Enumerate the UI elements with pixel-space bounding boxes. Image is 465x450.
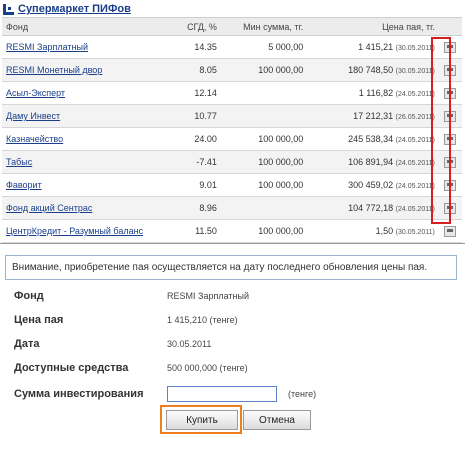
amount-label: Сумма инвестирования — [14, 388, 144, 400]
yield-cell: 10.77 — [166, 104, 221, 128]
funds-table: Фонд СГД, % Мин сумма, тг. Цена пая, тг.… — [2, 17, 462, 243]
yield-cell: 24.00 — [166, 127, 221, 151]
table-row: Табыс -7.41 100 000,00 106 891,94 (24.05… — [2, 150, 462, 174]
table-row: Асыл-Эксперт 12.14 1 116,82 (24.05.2011) — [2, 81, 462, 105]
buy-button[interactable]: Купить — [166, 410, 238, 430]
fund-link[interactable]: Казначейство — [6, 134, 63, 144]
column-header-fund[interactable]: Фонд — [2, 17, 167, 36]
fund-value: RESMI Зарплатный — [167, 291, 249, 301]
price-date: (24.05.2011) — [395, 160, 435, 167]
min-amount-cell: 100 000,00 — [220, 219, 308, 243]
amount-unit: (тенге) — [288, 389, 317, 399]
yield-cell: 9.01 — [166, 173, 221, 197]
price-value: 300 459,02 — [348, 180, 394, 190]
table-row: Фонд акций Сентрас 8.96 104 772,18 (24.0… — [2, 196, 462, 220]
price-value: 1 415,21 — [358, 42, 394, 52]
yield-cell: 14.35 — [166, 35, 221, 59]
form-row-available-funds: Доступные средства 500 000,000 (тенге) — [14, 362, 248, 374]
price-date: (24.05.2011) — [395, 183, 435, 190]
fund-link[interactable]: Асыл-Эксперт — [6, 88, 65, 98]
fund-link[interactable]: ЦентрКредит - Разумный баланс — [6, 226, 143, 236]
table-row: Фаворит 9.01 100 000,00 300 459,02 (24.0… — [2, 173, 462, 197]
min-amount-cell: 5 000,00 — [220, 35, 308, 59]
date-value: 30.05.2011 — [167, 339, 212, 349]
form-row-fund: Фонд RESMI Зарплатный — [14, 290, 249, 302]
cancel-button[interactable]: Отмена — [243, 410, 311, 430]
price-cell: 180 748,50 (30.05.2011) — [307, 58, 439, 82]
price-cell: 1,50 (30.05.2011) — [307, 219, 439, 243]
price-date: (24.05.2011) — [395, 206, 435, 213]
form-row-amount: Сумма инвестирования (тенге) — [14, 386, 316, 402]
cart-column-highlight — [431, 37, 451, 224]
table-row: Даму Инвест 10.77 17 212,31 (26.05.2011) — [2, 104, 462, 128]
column-header-cart — [438, 17, 462, 36]
price-cell: 245 538,34 (24.05.2011) — [307, 127, 439, 151]
cart-icon[interactable] — [444, 225, 457, 237]
price-value: 1 116,82 — [358, 88, 394, 98]
column-header-unit-price[interactable]: Цена пая, тг. — [307, 17, 439, 36]
price-cell: 104 772,18 (24.05.2011) — [307, 196, 439, 220]
section-divider — [0, 243, 465, 244]
column-header-yield[interactable]: СГД, % — [166, 17, 221, 36]
fund-link[interactable]: Даму Инвест — [6, 111, 60, 121]
min-amount-cell — [220, 81, 308, 105]
price-value: 104 772,18 — [348, 203, 394, 213]
price-date: (24.05.2011) — [395, 137, 435, 144]
min-amount-cell: 100 000,00 — [220, 127, 308, 151]
min-amount-cell: 100 000,00 — [220, 150, 308, 174]
min-amount-cell: 100 000,00 — [220, 58, 308, 82]
table-header-row: Фонд СГД, % Мин сумма, тг. Цена пая, тг. — [2, 17, 462, 36]
fund-link[interactable]: RESMI Монетный двор — [6, 65, 102, 75]
price-value: 17 212,31 — [353, 111, 394, 121]
price-date: (26.05.2011) — [395, 114, 435, 121]
yield-cell: -7.41 — [166, 150, 221, 174]
investment-amount-input[interactable] — [167, 386, 277, 402]
available-funds-label: Доступные средства — [14, 362, 129, 374]
price-cell: 1 415,21 (30.05.2011) — [307, 35, 439, 59]
price-value: 180 748,50 — [348, 65, 394, 75]
min-amount-cell — [220, 196, 308, 220]
price-label: Цена пая — [14, 314, 64, 326]
yield-cell: 8.05 — [166, 58, 221, 82]
yield-cell: 8.96 — [166, 196, 221, 220]
notice-message: Внимание, приобретение пая осуществляетс… — [5, 255, 457, 280]
page-title-link[interactable]: Супермаркет ПИФов — [18, 3, 131, 15]
title-bar: Супермаркет ПИФов — [3, 2, 131, 16]
fund-link[interactable]: Табыс — [6, 157, 32, 167]
fund-link[interactable]: Фаворит — [6, 180, 42, 190]
price-value: 1,50 — [375, 226, 394, 236]
fund-link[interactable]: RESMI Зарплатный — [6, 42, 88, 52]
price-date: (30.05.2011) — [395, 45, 435, 52]
min-amount-cell: 100 000,00 — [220, 173, 308, 197]
price-date: (24.05.2011) — [395, 91, 435, 98]
fund-label: Фонд — [14, 290, 44, 302]
price-cell: 106 891,94 (24.05.2011) — [307, 150, 439, 174]
grid-icon — [3, 3, 14, 15]
table-row: ЦентрКредит - Разумный баланс 11.50 100 … — [2, 219, 462, 243]
yield-cell: 12.14 — [166, 81, 221, 105]
price-value: 106 891,94 — [348, 157, 394, 167]
column-header-min-amount[interactable]: Мин сумма, тг. — [220, 17, 308, 36]
price-value: 245 538,34 — [348, 134, 394, 144]
form-row-price: Цена пая 1 415,210 (тенге) — [14, 314, 238, 326]
price-cell: 1 116,82 (24.05.2011) — [307, 81, 439, 105]
price-date: (30.05.2011) — [395, 68, 435, 75]
form-row-date: Дата 30.05.2011 — [14, 338, 211, 350]
date-label: Дата — [14, 338, 40, 350]
table-row: Казначейство 24.00 100 000,00 245 538,34… — [2, 127, 462, 151]
price-cell: 17 212,31 (26.05.2011) — [307, 104, 439, 128]
price-date: (30.05.2011) — [395, 229, 435, 236]
table-row: RESMI Зарплатный 14.35 5 000,00 1 415,21… — [2, 35, 462, 59]
price-value: 1 415,210 (тенге) — [167, 315, 238, 325]
table-row: RESMI Монетный двор 8.05 100 000,00 180 … — [2, 58, 462, 82]
min-amount-cell — [220, 104, 308, 128]
price-cell: 300 459,02 (24.05.2011) — [307, 173, 439, 197]
available-funds-value: 500 000,000 (тенге) — [167, 363, 248, 373]
yield-cell: 11.50 — [166, 219, 221, 243]
fund-link[interactable]: Фонд акций Сентрас — [6, 203, 92, 213]
